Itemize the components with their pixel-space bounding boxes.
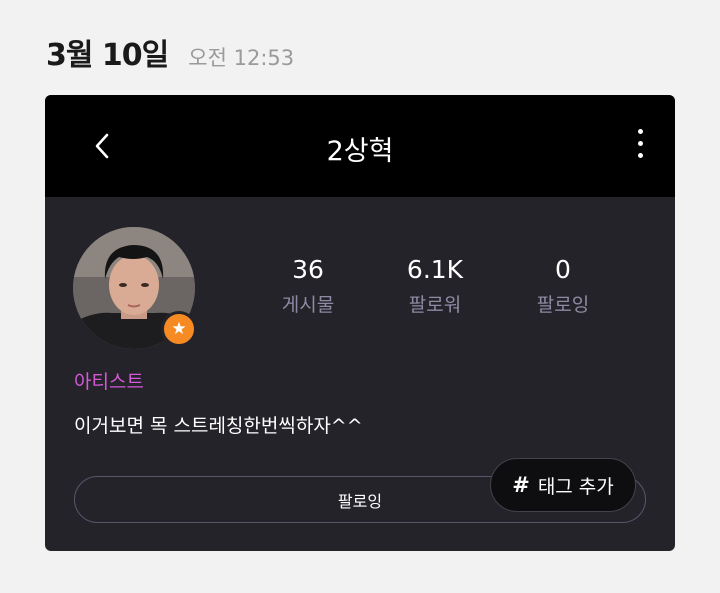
more-vertical-icon[interactable] xyxy=(633,129,647,163)
add-tag-button[interactable]: # 태그 추가 xyxy=(490,458,636,512)
role-label: 아티스트 xyxy=(74,371,144,393)
profile-name-title: 2상혁 xyxy=(326,136,394,167)
stat-followers-label: 팔로워 xyxy=(408,294,462,316)
profile-card[interactable]: 2상혁 ★ 36 게시물 6.1K 팔로워 0 팔로잉 아티스트 이거보면 목 … xyxy=(45,95,675,551)
message-timestamp-row: 3월 10일 오전 12:53 xyxy=(46,30,294,74)
stat-posts[interactable]: 36 게시물 xyxy=(253,255,363,317)
hash-icon: # xyxy=(512,473,530,497)
message-date: 3월 10일 xyxy=(46,38,169,73)
message-time: 오전 12:53 xyxy=(188,46,295,70)
star-icon: ★ xyxy=(161,311,197,347)
stat-following-label: 팔로잉 xyxy=(536,294,590,316)
stat-posts-label: 게시물 xyxy=(281,294,335,316)
stat-followers[interactable]: 6.1K 팔로워 xyxy=(380,255,490,317)
following-button-label: 팔로잉 xyxy=(337,491,383,511)
stat-posts-value: 36 xyxy=(292,255,324,284)
profile-header: 2상혁 xyxy=(45,95,675,197)
stat-following[interactable]: 0 팔로잉 xyxy=(508,255,618,317)
stat-followers-value: 6.1K xyxy=(406,255,464,284)
add-tag-label: 태그 추가 xyxy=(537,475,614,498)
profile-bio: 이거보면 목 스트레칭한번씩하자^^ xyxy=(74,415,363,437)
stat-following-value: 0 xyxy=(555,255,571,284)
